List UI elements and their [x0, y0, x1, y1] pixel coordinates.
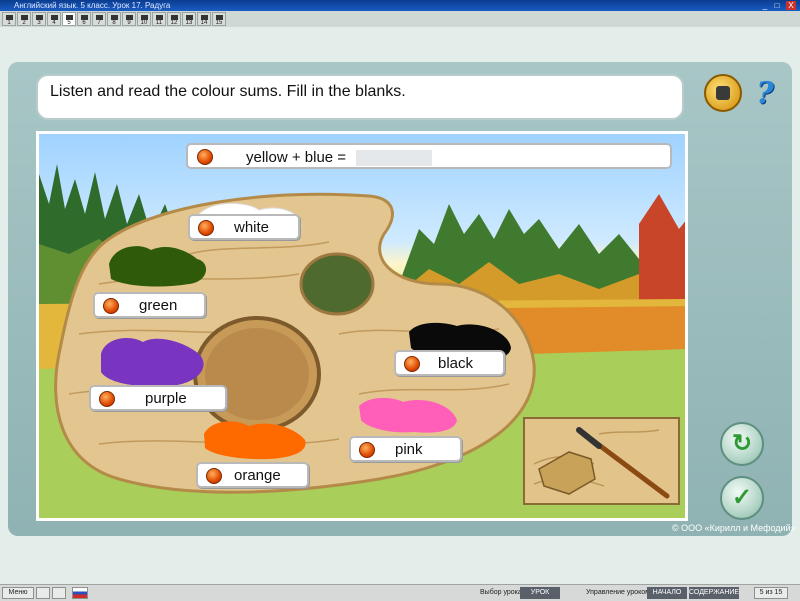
word-text: purple: [145, 390, 187, 407]
copyright-text: © ООО «Кирилл и Мефодий»: [672, 523, 796, 533]
word-text: black: [438, 355, 474, 372]
help-icon[interactable]: ?: [752, 78, 778, 110]
page-counter: 5 из 15: [754, 587, 788, 599]
word-label-purple[interactable]: purple: [89, 385, 227, 411]
lesson-tab-3[interactable]: 3: [32, 12, 46, 26]
lesson-tab-11[interactable]: 11: [152, 12, 166, 26]
language-flag-icon[interactable]: [72, 587, 88, 599]
word-text: pink: [395, 441, 423, 458]
check-button[interactable]: ✓: [720, 476, 764, 520]
close-button[interactable]: X: [786, 1, 796, 10]
word-text: green: [139, 297, 178, 314]
colour-sum-question: yellow + blue =: [186, 143, 672, 169]
word-label-black[interactable]: black: [394, 350, 505, 376]
question-text: yellow + blue =: [246, 149, 347, 166]
play-audio-icon[interactable]: [404, 356, 420, 372]
lesson-tab-1[interactable]: 1: [2, 12, 16, 26]
minimize-button[interactable]: _: [760, 1, 770, 10]
instruction-text: Listen and read the colour sums. Fill in…: [50, 83, 406, 100]
word-label-green[interactable]: green: [93, 292, 206, 318]
word-label-pink[interactable]: pink: [349, 436, 462, 462]
window-titlebar: Английский язык. 5 класс. Урок 17. Радуг…: [0, 0, 800, 11]
play-audio-icon[interactable]: [198, 220, 214, 236]
lesson-tab-7[interactable]: 7: [92, 12, 106, 26]
lesson-tab-5[interactable]: 5: [62, 12, 76, 26]
lesson-tab-12[interactable]: 12: [167, 12, 181, 26]
lesson-button[interactable]: УРОК: [520, 587, 560, 599]
bottom-taskbar: Меню Выбор урока: УРОК Управление уроком…: [0, 584, 800, 601]
lesson-tab-15[interactable]: 15: [212, 12, 226, 26]
play-audio-icon[interactable]: [197, 149, 213, 165]
word-label-white[interactable]: white: [188, 214, 300, 240]
start-button[interactable]: НАЧАЛО: [647, 587, 687, 599]
copy-icon[interactable]: [52, 587, 66, 599]
answer-blank[interactable]: [356, 150, 432, 166]
contents-button[interactable]: СОДЕРЖАНИЕ: [689, 587, 739, 599]
window-title: Английский язык. 5 класс. Урок 17. Радуг…: [14, 1, 171, 10]
lesson-tab-13[interactable]: 13: [182, 12, 196, 26]
lesson-control-label: Управление уроком:: [586, 589, 652, 596]
play-audio-icon[interactable]: [99, 391, 115, 407]
refresh-icon: ↻: [731, 430, 753, 457]
lesson-tab-2[interactable]: 2: [17, 12, 31, 26]
instruction-box: Listen and read the colour sums. Fill in…: [36, 74, 684, 120]
word-text: white: [234, 219, 270, 236]
lesson-tab-10[interactable]: 10: [137, 12, 151, 26]
word-text: orange: [234, 467, 281, 484]
menu-button[interactable]: Меню: [2, 587, 34, 599]
checkmark-icon: ✓: [731, 484, 753, 511]
search-icon[interactable]: [36, 587, 50, 599]
maximize-button[interactable]: □: [772, 1, 782, 10]
lesson-tab-9[interactable]: 9: [122, 12, 136, 26]
reset-button[interactable]: ↻: [720, 422, 764, 466]
play-audio-icon[interactable]: [359, 442, 375, 458]
lesson-tab-4[interactable]: 4: [47, 12, 61, 26]
lesson-tab-6[interactable]: 6: [77, 12, 91, 26]
play-audio-icon[interactable]: [103, 298, 119, 314]
lesson-tab-8[interactable]: 8: [107, 12, 121, 26]
play-audio-icon[interactable]: [206, 468, 222, 484]
speaker-icon[interactable]: [704, 74, 742, 112]
lesson-select-label: Выбор урока:: [480, 589, 524, 596]
lesson-tab-14[interactable]: 14: [197, 12, 211, 26]
word-label-orange[interactable]: orange: [196, 462, 309, 488]
lesson-tab-bar: 1 2 3 4 5 6 7 8 9 10 11 12 13 14 15: [0, 11, 800, 27]
wooden-palette: [54, 192, 680, 505]
palette-scene: [36, 131, 688, 521]
